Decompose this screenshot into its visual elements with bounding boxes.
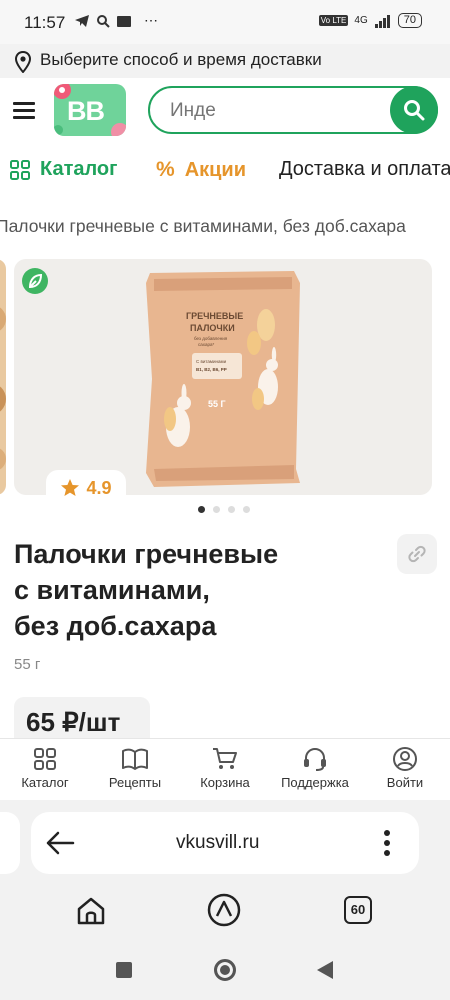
nav-catalog-label: Каталог	[40, 158, 118, 180]
tab-recipes-label: Рецепты	[108, 775, 162, 790]
tab-catalog-label: Каталог	[21, 775, 69, 790]
system-navigation	[0, 940, 450, 1000]
status-bar: 11:57 ⋯ Vo LTE 4G 70	[0, 0, 450, 44]
product-title-line: с витаминами,	[14, 575, 210, 605]
rating-badge[interactable]: 4.9	[46, 470, 126, 506]
product-image[interactable]: ГРЕЧНЕВЫЕ ПАЛОЧКИ без добавления сахара*…	[14, 259, 432, 495]
signal-icon	[374, 14, 390, 28]
package-title-1: ГРЕЧНЕВЫЕ	[186, 311, 243, 321]
product-info: Палочки гречневые с витаминами, без доб.…	[0, 526, 450, 738]
tabs-counter-button[interactable]: 60	[344, 896, 372, 924]
package-title-2: ПАЛОЧКИ	[190, 323, 235, 333]
product-package-image: ГРЕЧНЕВЫЕ ПАЛОЧКИ без добавления сахара*…	[146, 271, 300, 487]
search-bar	[148, 86, 438, 134]
status-system-icons: Vo LTE 4G 70	[318, 13, 422, 28]
user-icon	[393, 747, 417, 771]
pagination-dot[interactable]	[198, 506, 205, 513]
link-icon	[408, 545, 426, 563]
nav-delivery-label: Доставка и оплата	[279, 158, 450, 180]
browser-navigation: 60	[0, 884, 450, 940]
previous-image-decoration	[0, 307, 6, 470]
logo[interactable]: BB	[54, 84, 126, 136]
menu-burger-icon[interactable]	[13, 102, 35, 120]
delivery-selector[interactable]: Выберите способ и время доставки	[0, 44, 450, 78]
product-title-line: Палочки гречневые	[14, 539, 279, 569]
search-button[interactable]	[390, 86, 438, 134]
search-small-icon	[97, 14, 110, 28]
status-time: 11:57	[24, 13, 66, 32]
star-icon	[61, 479, 80, 496]
tab-support[interactable]: Поддержка	[270, 747, 360, 790]
tabs-count: 60	[350, 902, 366, 917]
cart-icon	[213, 748, 237, 769]
more-vertical-icon[interactable]	[383, 829, 391, 857]
grid-icon	[34, 748, 56, 770]
gallery-pagination	[198, 506, 250, 513]
product-weight: 55 г	[14, 656, 41, 673]
url-text[interactable]: vkusvill.ru	[176, 832, 259, 854]
tab-cart[interactable]: Корзина	[180, 747, 270, 790]
package-subtitle-2: сахара*	[198, 342, 214, 347]
eco-leaf-badge	[22, 268, 48, 294]
alice-assistant-icon[interactable]	[207, 893, 241, 927]
leaf-icon	[28, 273, 43, 289]
logo-text: BB	[67, 96, 105, 126]
nav-promotions-label: Акции	[184, 158, 247, 181]
address-bar[interactable]: vkusvill.ru	[31, 812, 419, 874]
breadcrumb-text: Палочки гречневые с витаминами, без доб.…	[0, 216, 406, 236]
recent-apps-button[interactable]	[116, 962, 132, 978]
headset-icon	[304, 747, 326, 771]
tab-login[interactable]: Войти	[360, 747, 450, 790]
delivery-text: Выберите способ и время доставки	[40, 50, 322, 69]
package-vitamins-2: B1, B2, B6, PP	[196, 367, 227, 372]
product-gallery: ГРЕЧНЕВЫЕ ПАЛОЧКИ без добавления сахара*…	[0, 256, 450, 526]
grid-icon	[10, 159, 30, 180]
pagination-dot[interactable]	[228, 506, 235, 513]
telegram-icon	[75, 14, 89, 27]
back-triangle-icon[interactable]	[316, 960, 334, 980]
home-icon[interactable]	[76, 896, 106, 926]
package-subtitle-1: без добавления	[194, 336, 228, 341]
product-title-line: без доб.сахара	[14, 611, 217, 641]
product-title: Палочки гречневые с витаминами, без доб.…	[14, 536, 344, 644]
package-weight: 55 Г	[208, 399, 226, 409]
pagination-dot[interactable]	[243, 506, 250, 513]
product-price: 65 ₽/шт	[26, 707, 121, 737]
nav-delivery[interactable]: Доставка и оплата	[279, 158, 450, 181]
tab-catalog[interactable]: Каталог	[0, 747, 90, 790]
package-vitamins-1: С витаминами	[196, 359, 227, 364]
nav-promotions[interactable]: % Акции	[156, 158, 246, 182]
tab-login-label: Войти	[386, 775, 424, 790]
tab-recipes[interactable]: Рецепты	[90, 747, 180, 790]
network-type: 4G	[354, 15, 368, 26]
back-arrow-icon[interactable]	[45, 830, 75, 856]
nav-catalog[interactable]: Каталог	[10, 158, 117, 181]
more-notifications-icon: ⋯	[144, 12, 158, 28]
percent-icon: %	[156, 158, 175, 181]
search-icon	[404, 100, 425, 121]
breadcrumb: Палочки гречневые с витаминами, без доб.…	[0, 198, 450, 256]
folder-icon	[117, 15, 131, 27]
previous-tab-preview[interactable]	[0, 812, 20, 874]
book-icon	[122, 748, 148, 770]
tab-support-label: Поддержка	[281, 775, 349, 790]
search-input[interactable]	[168, 96, 362, 126]
bottom-tab-bar: Каталог Рецепты Корзина Поддержка Войти	[0, 738, 450, 801]
rating-value: 4.9	[86, 477, 112, 498]
status-notification-icons: ⋯	[74, 12, 158, 29]
battery-icon: 70	[397, 13, 422, 28]
browser-toolbar: vkusvill.ru	[0, 800, 450, 884]
home-button[interactable]	[214, 959, 236, 981]
pagination-dot[interactable]	[213, 506, 220, 513]
volte-icon: Vo LTE	[318, 15, 349, 26]
tab-cart-label: Корзина	[200, 775, 250, 790]
site-header: BB	[0, 78, 450, 144]
price-badge: 65 ₽/шт	[14, 697, 150, 738]
location-pin-icon	[14, 51, 32, 73]
previous-image[interactable]	[0, 259, 6, 495]
top-nav: Каталог % Акции Доставка и оплата	[0, 144, 450, 198]
copy-link-button[interactable]	[397, 534, 437, 574]
